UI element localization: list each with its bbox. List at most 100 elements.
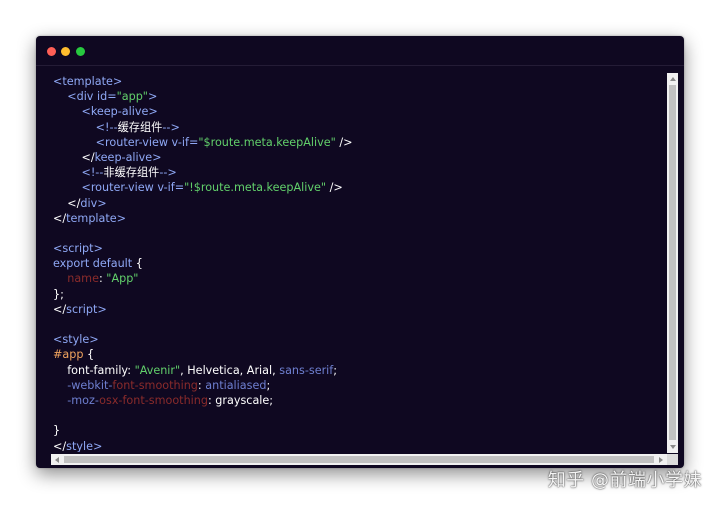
code-line: <script> xyxy=(53,241,665,256)
code-line: export default { xyxy=(53,256,665,271)
code-line: } xyxy=(53,423,665,438)
code-token: </ xyxy=(53,302,67,316)
code-token: > xyxy=(147,90,158,104)
maximize-dot-icon[interactable] xyxy=(76,47,85,56)
code-line: </keep-alive> xyxy=(53,150,665,165)
code-token: name xyxy=(67,272,99,286)
code-line: </template> xyxy=(53,211,665,226)
code-line: <!--缓存组件--> xyxy=(53,120,665,135)
code-token: -webkit- xyxy=(67,378,113,392)
code-line: <div id="app"> xyxy=(53,89,665,104)
code-token: }; xyxy=(53,287,64,301)
scroll-down-arrow-icon[interactable] xyxy=(670,445,676,449)
code-line: name: "App" xyxy=(53,271,665,286)
code-token: id= xyxy=(97,90,117,104)
code-token: ; xyxy=(266,378,271,392)
code-token: } xyxy=(53,424,61,438)
code-token: <script> xyxy=(53,242,103,256)
code-token: > xyxy=(92,439,103,453)
close-dot-icon[interactable] xyxy=(47,47,56,56)
scroll-right-arrow-icon[interactable] xyxy=(659,457,663,463)
code-token: "Avenir" xyxy=(134,363,181,377)
horizontal-scroll-thumb[interactable] xyxy=(64,456,654,463)
code-token: style xyxy=(66,439,93,453)
scroll-left-arrow-icon[interactable] xyxy=(55,457,59,463)
scroll-up-arrow-icon[interactable] xyxy=(670,77,676,81)
code-token: > xyxy=(152,150,162,164)
code-line: <keep-alive> xyxy=(53,104,665,119)
minimize-dot-icon[interactable] xyxy=(61,47,70,56)
code-token: antialiased xyxy=(205,378,267,392)
code-token: </ xyxy=(53,196,81,210)
code-token: <router-view xyxy=(53,135,172,149)
code-token: > xyxy=(116,211,127,225)
code-token: export default xyxy=(53,257,133,271)
code-line: <template> xyxy=(53,74,665,89)
code-line: </div> xyxy=(53,196,665,211)
code-token: </ xyxy=(53,150,95,164)
window-titlebar xyxy=(36,36,684,66)
code-token: { xyxy=(83,348,95,362)
code-line: #app { xyxy=(53,347,665,362)
code-line: </style> xyxy=(53,439,665,453)
code-line: font-family: "Avenir", Helvetica, Arial,… xyxy=(53,363,665,378)
code-token: osx-font-smoothing xyxy=(99,393,208,407)
code-line: <router-view v-if="$route.meta.keepAlive… xyxy=(53,135,665,150)
code-line: </script> xyxy=(53,302,665,317)
code-token: : grayscale; xyxy=(207,393,274,407)
vertical-scroll-thumb[interactable] xyxy=(669,85,676,440)
code-line: -moz-osx-font-smoothing: grayscale; xyxy=(53,393,665,408)
code-token: v-if= xyxy=(171,135,199,149)
code-token: v-if= xyxy=(157,181,185,195)
code-token: <!-- xyxy=(53,120,118,134)
code-token: { xyxy=(132,257,143,271)
vertical-scrollbar[interactable] xyxy=(667,73,678,453)
code-token: div xyxy=(80,196,98,210)
code-line: }; xyxy=(53,287,665,302)
code-token: sans-serif xyxy=(279,363,334,377)
code-token: <div xyxy=(53,90,97,104)
code-token: 非缓存组件 xyxy=(103,166,160,180)
code-token: 缓存组件 xyxy=(117,120,163,134)
code-token: /> xyxy=(326,181,343,195)
code-token: -moz- xyxy=(67,393,100,407)
code-token: --> xyxy=(162,120,180,134)
code-token: #app xyxy=(53,348,84,362)
code-token: keep-alive xyxy=(94,150,153,164)
code-window: <template> <div id="app"> <keep-alive> <… xyxy=(36,36,684,468)
code-token: "App" xyxy=(106,272,139,286)
code-token: /> xyxy=(335,135,353,149)
code-token: <template> xyxy=(53,75,123,88)
code-line: <!--非缓存组件--> xyxy=(53,165,665,180)
page: <template> <div id="app"> <keep-alive> <… xyxy=(0,0,720,506)
code-token: font-smoothing xyxy=(112,378,198,392)
code-block: <template> <div id="app"> <keep-alive> <… xyxy=(53,74,665,452)
code-token: <style> xyxy=(53,333,99,347)
code-token: template xyxy=(66,211,117,225)
scrollbar-corner xyxy=(667,454,678,465)
horizontal-scrollbar[interactable] xyxy=(51,454,667,465)
code-token: ; xyxy=(333,363,338,377)
code-token: <keep-alive> xyxy=(53,105,158,119)
code-token: --> xyxy=(159,166,177,180)
code-line: <router-view v-if="!$route.meta.keepAliv… xyxy=(53,180,665,195)
code-token: </ xyxy=(53,439,67,453)
code-token: , Helvetica, Arial, xyxy=(180,363,280,377)
code-token: "$route.meta.keepAlive" xyxy=(198,135,336,149)
code-token: <router-view xyxy=(53,181,158,195)
code-token: font-family: xyxy=(53,363,135,377)
code-token: script xyxy=(66,302,98,316)
watermark: 知乎 @前端小学妹 xyxy=(547,470,702,491)
code-token: > xyxy=(97,302,107,316)
code-line: <style> xyxy=(53,332,665,347)
code-token: > xyxy=(97,196,107,210)
code-token: "!$route.meta.keepAlive" xyxy=(184,181,327,195)
code-token: </ xyxy=(53,211,67,225)
code-line: -webkit-font-smoothing: antialiased; xyxy=(53,378,665,393)
